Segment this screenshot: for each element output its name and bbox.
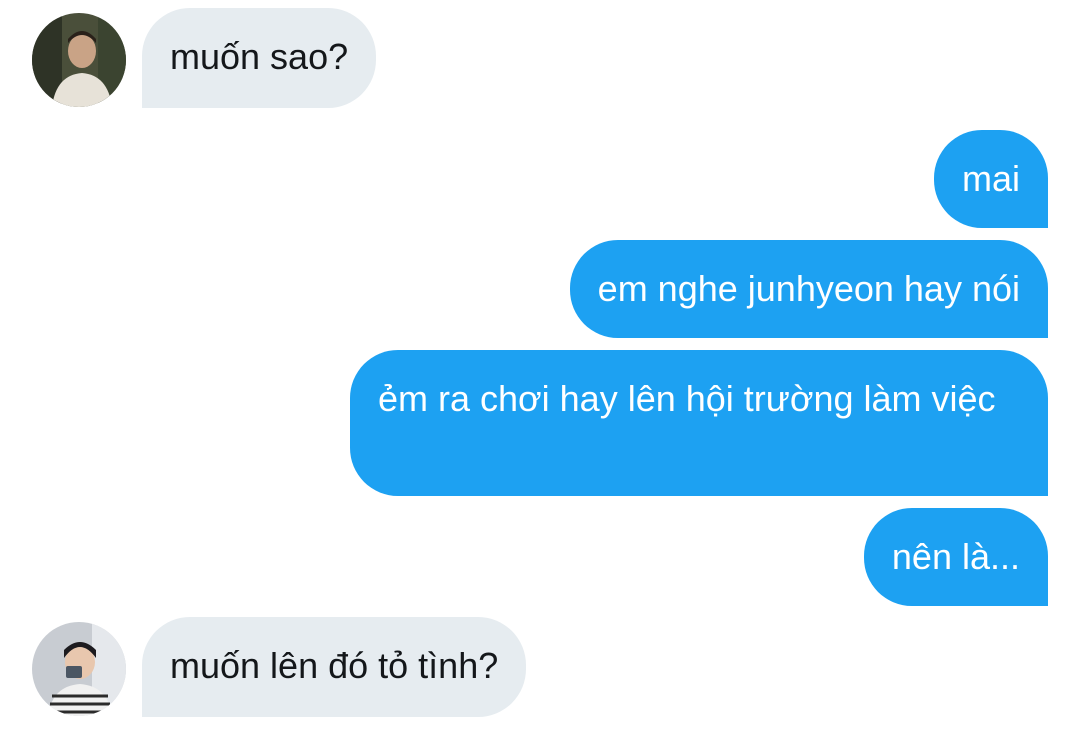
message-bubble-outgoing[interactable]: mai <box>933 130 1048 228</box>
message-text: muốn lên đó tỏ tình? <box>170 645 499 686</box>
message-bubble-outgoing[interactable]: ẻm ra chơi hay lên hội trường làm việc <box>350 350 1048 496</box>
message-text: em nghe junhyeon hay nói <box>597 268 1020 309</box>
avatar-photo-icon <box>32 622 126 716</box>
message-text: nên là... <box>891 536 1020 577</box>
message-bubble-incoming[interactable]: muốn sao? <box>142 8 377 108</box>
message-bubble-incoming[interactable]: muốn lên đó tỏ tình? <box>142 617 527 717</box>
message-bubble-outgoing[interactable]: em nghe junhyeon hay nói <box>569 240 1048 338</box>
message-text: mai <box>961 158 1020 199</box>
avatar-photo-icon <box>32 13 126 107</box>
contact-avatar[interactable] <box>32 622 126 716</box>
message-text: muốn sao? <box>170 36 349 77</box>
contact-avatar[interactable] <box>32 13 126 107</box>
message-text: ẻm ra chơi hay lên hội trường làm việc <box>378 378 996 419</box>
message-bubble-outgoing[interactable]: nên là... <box>863 508 1048 606</box>
